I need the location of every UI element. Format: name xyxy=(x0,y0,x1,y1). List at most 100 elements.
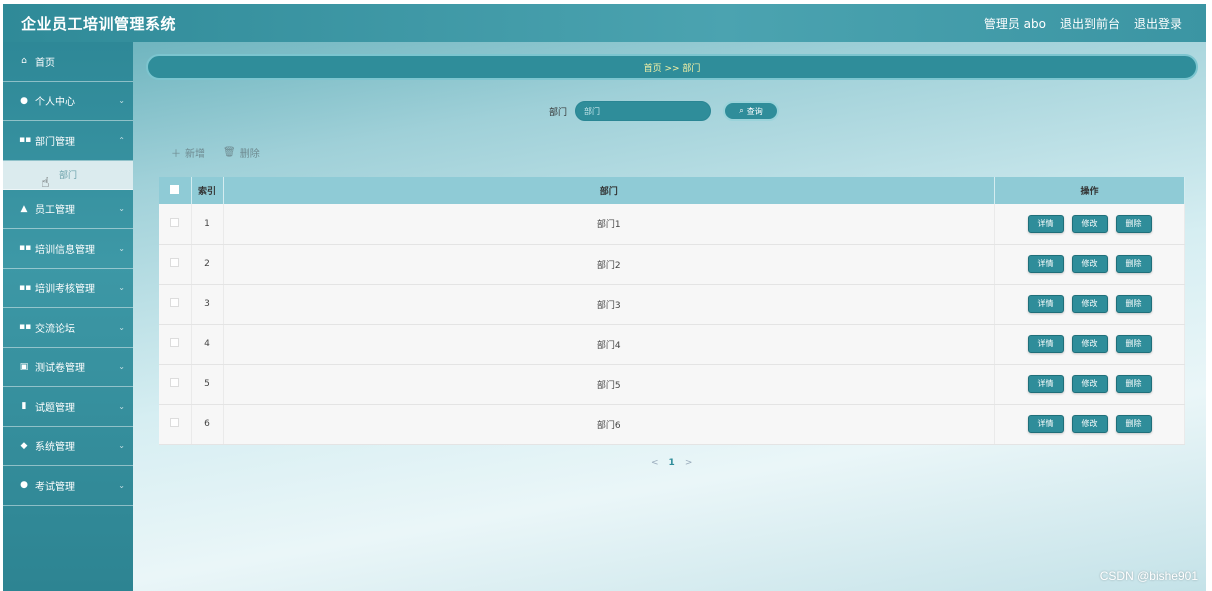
delete-button[interactable]: 🗑 删除 xyxy=(223,145,260,160)
edit-button[interactable]: 修改 xyxy=(1071,335,1108,353)
sidebar-subitem-department[interactable]: 部门 ☝ xyxy=(3,160,133,191)
detail-button[interactable]: 详情 xyxy=(1027,295,1064,313)
add-button[interactable]: ＋ 新增 xyxy=(171,145,205,160)
row-checkbox[interactable] xyxy=(170,258,180,267)
chevron-down-icon: ⌄ xyxy=(118,96,125,106)
grid-icon: ▪▪ xyxy=(19,135,32,146)
sidebar: ⌂ 首页 ● 个人中心 ⌄ ▪▪ 部门管理 ⌃ 部门 ☝ ▲ 员工管理 ⌄ ▪▪ 培训信息… xyxy=(3,42,133,591)
app-title: 企业员工培训管理系统 xyxy=(21,14,177,33)
grid-icon: ▪▪ xyxy=(19,322,32,333)
edit-button[interactable]: 修改 xyxy=(1071,255,1108,273)
home-icon: ⌂ xyxy=(21,56,27,67)
next-page-button[interactable]: > xyxy=(685,458,693,468)
row-delete-button[interactable]: 删除 xyxy=(1115,255,1152,273)
select-all-checkbox[interactable] xyxy=(170,184,180,194)
detail-button[interactable]: 详情 xyxy=(1027,335,1064,353)
top-header: 企业员工培训管理系统 管理员 abo 退出到前台 退出登录 xyxy=(3,4,1206,42)
row-name: 部门6 xyxy=(223,404,995,445)
sidebar-item-system[interactable]: ◆ 系统管理 ⌄ xyxy=(3,427,133,466)
sidebar-item-home[interactable]: ⌂ 首页 xyxy=(3,42,133,82)
prev-page-button[interactable]: < xyxy=(651,458,659,468)
grid-icon: ▪▪ xyxy=(19,243,32,254)
sidebar-item-profile[interactable]: ● 个人中心 ⌄ xyxy=(3,82,133,121)
row-checkbox[interactable] xyxy=(170,338,180,347)
search-label: 部门 xyxy=(549,107,568,118)
sidebar-item-forum[interactable]: ▪▪ 交流论坛 ⌄ xyxy=(3,308,133,348)
table-row: 4 部门4 详情 修改 删除 xyxy=(159,324,1185,365)
user-icon: ● xyxy=(20,95,28,106)
sidebar-item-employee[interactable]: ▲ 员工管理 ⌄ xyxy=(3,190,133,229)
row-index: 5 xyxy=(191,364,224,405)
row-checkbox-cell xyxy=(159,284,192,325)
edit-button[interactable]: 修改 xyxy=(1071,214,1108,233)
row-ops: 详情 修改 删除 xyxy=(994,284,1185,325)
chevron-down-icon: ⌄ xyxy=(118,441,125,451)
sidebar-item-department[interactable]: ▪▪ 部门管理 ⌃ xyxy=(3,121,133,161)
current-page[interactable]: 1 xyxy=(669,458,675,468)
row-delete-button[interactable]: 删除 xyxy=(1115,214,1152,233)
chevron-down-icon: ⌄ xyxy=(118,480,125,490)
header-name: 部门 xyxy=(223,177,995,204)
row-ops: 详情 修改 删除 xyxy=(994,324,1185,365)
toolbar: ＋ 新增 🗑 删除 xyxy=(171,145,260,160)
row-delete-button[interactable]: 删除 xyxy=(1115,295,1152,313)
edit-button[interactable]: 修改 xyxy=(1071,295,1108,313)
search-input[interactable] xyxy=(575,101,712,121)
sidebar-item-label: 考试管理 xyxy=(35,481,75,493)
row-name: 部门2 xyxy=(223,244,995,285)
edit-button[interactable]: 修改 xyxy=(1071,375,1108,393)
search-button-label: 查询 xyxy=(746,106,763,116)
pin-icon: ● xyxy=(20,480,28,491)
sidebar-item-exam[interactable]: ● 考试管理 ⌄ xyxy=(3,466,133,506)
sidebar-item-label: 培训信息管理 xyxy=(35,244,95,256)
search-button[interactable]: ⌕ 查询 xyxy=(723,101,780,121)
sidebar-item-label: 个人中心 xyxy=(35,97,75,109)
chevron-down-icon: ⌄ xyxy=(118,362,125,372)
header-index: 索引 xyxy=(191,177,224,204)
book-icon: ▣ xyxy=(19,361,29,372)
sidebar-item-label: 员工管理 xyxy=(35,205,75,217)
to-front-link[interactable]: 退出到前台 xyxy=(1060,15,1120,32)
row-delete-button[interactable]: 删除 xyxy=(1115,415,1152,433)
app-window: 企业员工培训管理系统 管理员 abo 退出到前台 退出登录 ⌂ 首页 ● 个人中心 … xyxy=(3,4,1206,591)
row-checkbox[interactable] xyxy=(170,378,180,387)
row-checkbox-cell xyxy=(159,404,192,445)
row-ops: 详情 修改 删除 xyxy=(994,404,1185,445)
sidebar-item-test-paper[interactable]: ▣ 测试卷管理 ⌄ xyxy=(3,348,133,387)
add-button-label: 新增 xyxy=(185,149,205,160)
header-ops: 操作 xyxy=(994,177,1185,204)
row-ops: 详情 修改 删除 xyxy=(994,244,1185,285)
sidebar-item-training-assessment[interactable]: ▪▪ 培训考核管理 ⌄ xyxy=(3,269,133,308)
search-row: 部门 ⌕ 查询 xyxy=(549,101,780,121)
edit-button[interactable]: 修改 xyxy=(1071,415,1108,433)
table-header-row: 索引 部门 操作 xyxy=(159,177,1185,204)
row-ops: 详情 修改 删除 xyxy=(994,364,1185,405)
sidebar-item-label: 试题管理 xyxy=(35,402,75,414)
detail-button[interactable]: 详情 xyxy=(1027,255,1064,273)
department-table: 索引 部门 操作 1 部门1 详情 修改 删除 2 部门2 详情 修改 删除 3 部门3 详情 修改 删除 4… xyxy=(159,177,1185,445)
row-index: 3 xyxy=(191,284,224,325)
row-checkbox[interactable] xyxy=(170,298,180,307)
row-delete-button[interactable]: 删除 xyxy=(1115,335,1152,353)
plus-icon: ＋ xyxy=(171,149,181,160)
row-checkbox[interactable] xyxy=(170,217,180,227)
table-row: 2 部门2 详情 修改 删除 xyxy=(159,244,1185,285)
row-checkbox[interactable] xyxy=(170,418,180,427)
detail-button[interactable]: 详情 xyxy=(1027,415,1064,433)
row-index: 4 xyxy=(191,324,224,365)
detail-button[interactable]: 详情 xyxy=(1027,214,1064,233)
row-index: 2 xyxy=(191,244,224,285)
sidebar-item-training-info[interactable]: ▪▪ 培训信息管理 ⌄ xyxy=(3,229,133,269)
row-checkbox-cell xyxy=(159,204,192,245)
row-checkbox-cell xyxy=(159,244,192,285)
sidebar-subitem-label: 部门 xyxy=(58,171,77,181)
row-delete-button[interactable]: 删除 xyxy=(1115,375,1152,393)
chevron-down-icon: ⌄ xyxy=(118,401,125,411)
logout-link[interactable]: 退出登录 xyxy=(1134,15,1182,32)
detail-button[interactable]: 详情 xyxy=(1027,375,1064,393)
trash-icon: 🗑 xyxy=(223,147,236,158)
sidebar-item-questions[interactable]: ▮ 试题管理 ⌄ xyxy=(3,387,133,427)
row-index: 1 xyxy=(191,204,224,245)
admin-label: 管理员 abo xyxy=(983,16,1046,31)
table-row: 5 部门5 详情 修改 删除 xyxy=(159,364,1185,405)
